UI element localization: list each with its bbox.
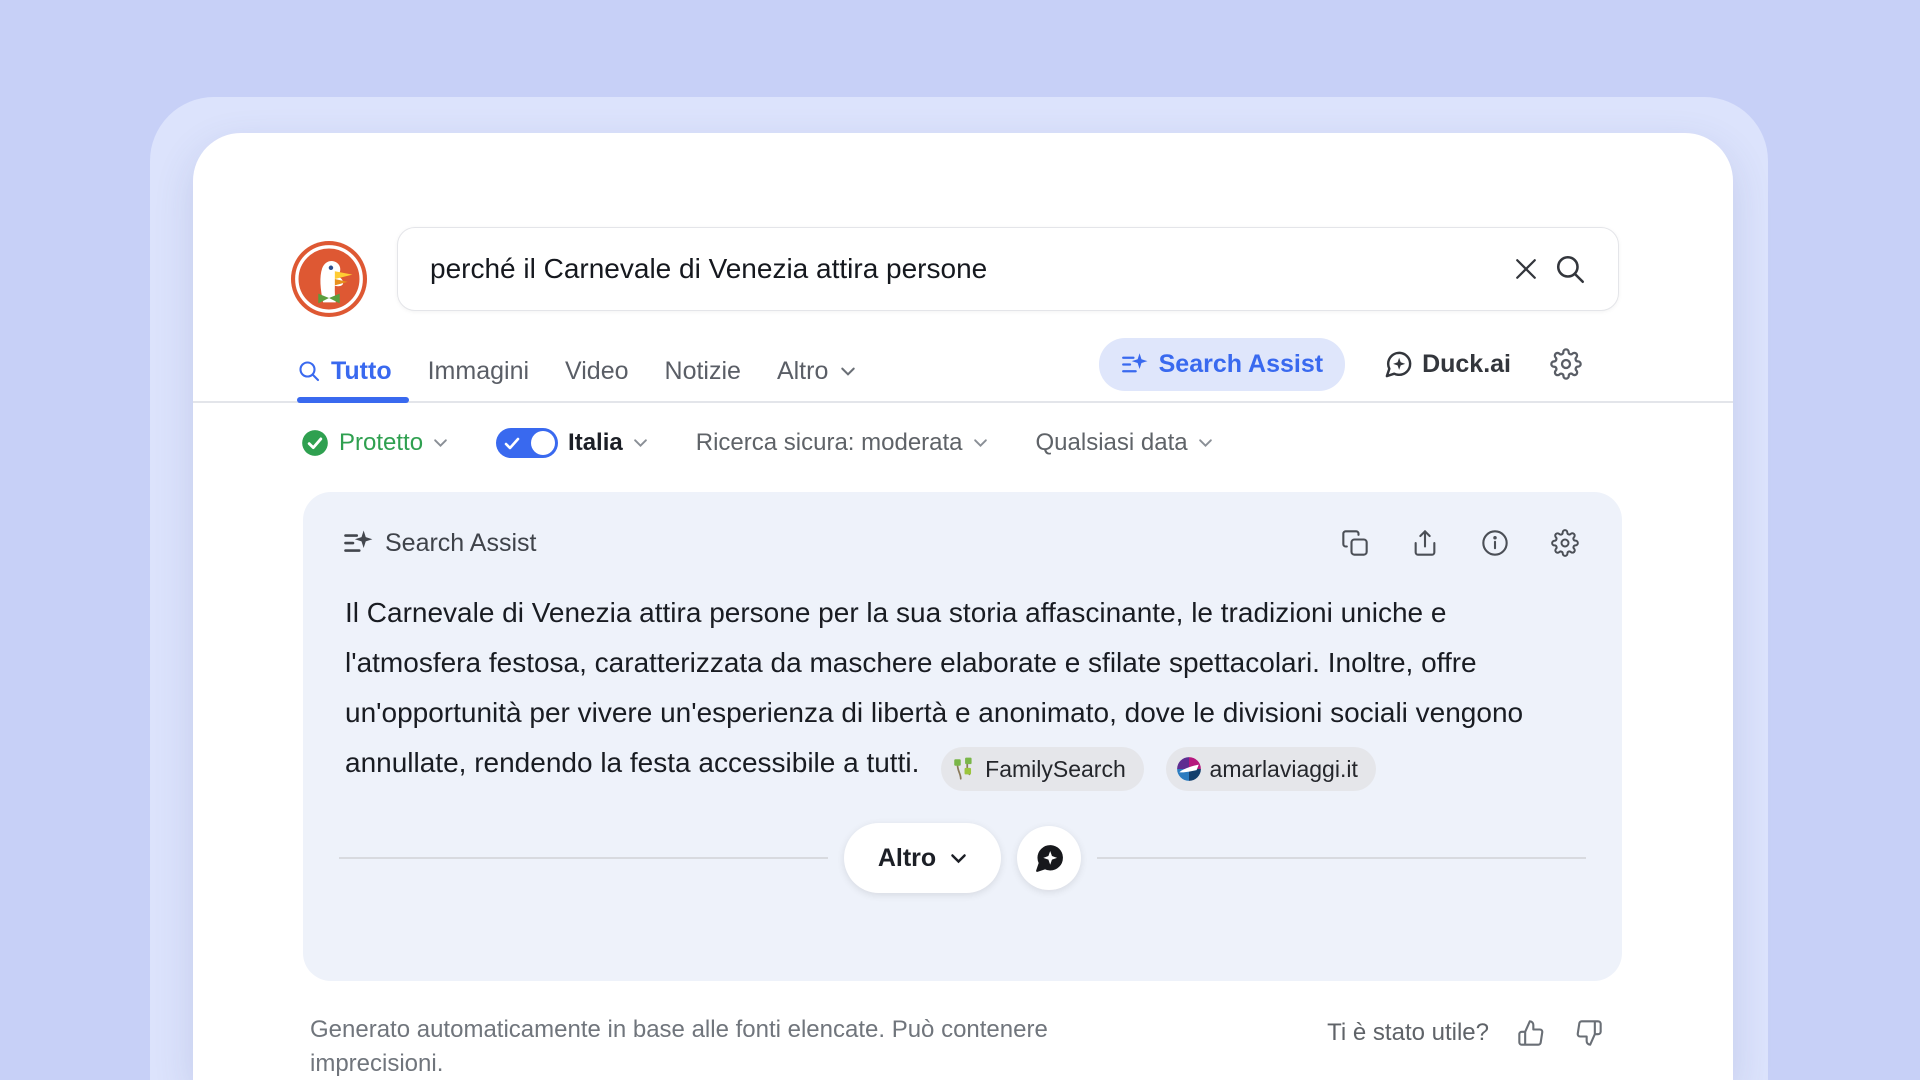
- familysearch-favicon: [951, 756, 977, 782]
- thumbs-up-icon: [1517, 1019, 1545, 1047]
- source-chip-amarlaviaggi[interactable]: amarlaviaggi.it: [1166, 747, 1376, 791]
- assist-more-row: Altro: [339, 823, 1586, 893]
- search-input[interactable]: [398, 253, 1504, 285]
- tab-label: Altro: [777, 357, 828, 386]
- protection-dropdown[interactable]: Protetto: [301, 429, 448, 457]
- search-assist-card: Search Assist: [303, 492, 1622, 981]
- search-bar: [397, 227, 1619, 311]
- clear-search-button[interactable]: [1504, 247, 1548, 291]
- share-button[interactable]: [1410, 528, 1440, 558]
- assist-answer: Il Carnevale di Venezia attira persone p…: [303, 558, 1573, 791]
- date-filter-label: Qualsiasi data: [1036, 429, 1188, 457]
- card-settings-button[interactable]: [1550, 528, 1580, 558]
- check-icon: [504, 437, 520, 450]
- ai-disclaimer: Generato automaticamente in base alle fo…: [310, 1013, 1150, 1080]
- browser-frame: Tutto Immagini Video Notizie Altro: [150, 97, 1768, 1080]
- chevron-down-icon: [950, 853, 967, 864]
- safe-search-dropdown[interactable]: Ricerca sicura: moderata: [696, 429, 988, 457]
- duckduckgo-duck-icon: [290, 240, 368, 318]
- region-toggle[interactable]: [496, 428, 558, 458]
- tab-altro[interactable]: Altro: [777, 357, 856, 386]
- duckai-chat-icon: [1383, 349, 1414, 380]
- info-button[interactable]: [1480, 528, 1510, 558]
- region-label: Italia: [568, 429, 623, 457]
- filter-bar: Protetto Italia Ricerca sicura: mo: [301, 425, 1213, 461]
- chevron-down-icon: [433, 438, 448, 448]
- tab-label: Video: [565, 357, 629, 386]
- source-chip-label: amarlaviaggi.it: [1210, 744, 1358, 794]
- search-submit-button[interactable]: [1548, 247, 1592, 291]
- duckai-label: Duck.ai: [1422, 350, 1511, 379]
- settings-button[interactable]: [1549, 347, 1583, 381]
- duckduckgo-logo[interactable]: [290, 240, 368, 318]
- chevron-down-icon: [633, 438, 648, 448]
- active-tab-underline: [297, 397, 409, 403]
- check-circle-icon: [301, 429, 329, 457]
- search-icon: [297, 359, 321, 383]
- tab-label: Tutto: [331, 357, 392, 386]
- date-filter-dropdown[interactable]: Qualsiasi data: [1036, 429, 1213, 457]
- tab-video[interactable]: Video: [565, 357, 629, 386]
- search-assist-card-header: Search Assist: [303, 492, 1622, 558]
- chat-with-duckai-button[interactable]: [1017, 826, 1081, 890]
- tab-tutto[interactable]: Tutto: [297, 357, 392, 386]
- copy-icon: [1341, 529, 1369, 557]
- more-button[interactable]: Altro: [844, 823, 1001, 893]
- feedback-row: Ti è stato utile?: [1327, 1017, 1605, 1049]
- search-assist-card-title: Search Assist: [343, 528, 536, 558]
- source-chip-label: FamilySearch: [985, 744, 1126, 794]
- header-actions: Search Assist Duck.ai: [1099, 338, 1583, 390]
- close-icon: [1511, 254, 1541, 284]
- search-assist-sparkle-icon: [343, 528, 373, 558]
- thumbs-down-button[interactable]: [1573, 1017, 1605, 1049]
- chevron-down-icon: [1198, 438, 1213, 448]
- card-action-icons: [1340, 528, 1580, 558]
- duckai-link[interactable]: Duck.ai: [1383, 349, 1511, 380]
- info-icon: [1481, 529, 1509, 557]
- tab-notizie[interactable]: Notizie: [665, 357, 741, 386]
- thumbs-down-icon: [1575, 1019, 1603, 1047]
- chevron-down-icon: [973, 438, 988, 448]
- divider-line: [1097, 857, 1586, 859]
- feedback-question: Ti è stato utile?: [1327, 1019, 1489, 1047]
- tab-label: Notizie: [665, 357, 741, 386]
- tab-bar-divider: [193, 401, 1733, 403]
- gear-icon: [1550, 348, 1582, 380]
- chat-bubble-icon: [1033, 842, 1066, 875]
- protection-label: Protetto: [339, 429, 423, 457]
- gear-icon: [1551, 529, 1579, 557]
- copy-button[interactable]: [1340, 528, 1370, 558]
- region-filter: Italia: [496, 428, 648, 458]
- divider-line: [339, 857, 828, 859]
- chevron-down-icon: [840, 366, 856, 377]
- search-assist-sparkle-icon: [1121, 351, 1148, 378]
- amarlaviaggi-favicon: [1176, 756, 1202, 782]
- results-tab-bar: Tutto Immagini Video Notizie Altro: [297, 345, 856, 397]
- search-assist-toggle-button[interactable]: Search Assist: [1099, 338, 1345, 391]
- more-button-label: Altro: [878, 844, 936, 873]
- safe-search-label: Ricerca sicura: moderata: [696, 429, 963, 457]
- search-icon: [1553, 252, 1587, 286]
- tab-immagini[interactable]: Immagini: [428, 357, 529, 386]
- tab-label: Immagini: [428, 357, 529, 386]
- search-results-page: Tutto Immagini Video Notizie Altro: [193, 133, 1733, 1080]
- search-assist-button-label: Search Assist: [1159, 350, 1323, 379]
- source-chip-familysearch[interactable]: FamilySearch: [941, 747, 1144, 791]
- toggle-knob: [531, 431, 555, 455]
- share-icon: [1411, 529, 1439, 557]
- thumbs-up-button[interactable]: [1515, 1017, 1547, 1049]
- card-title-label: Search Assist: [385, 529, 536, 558]
